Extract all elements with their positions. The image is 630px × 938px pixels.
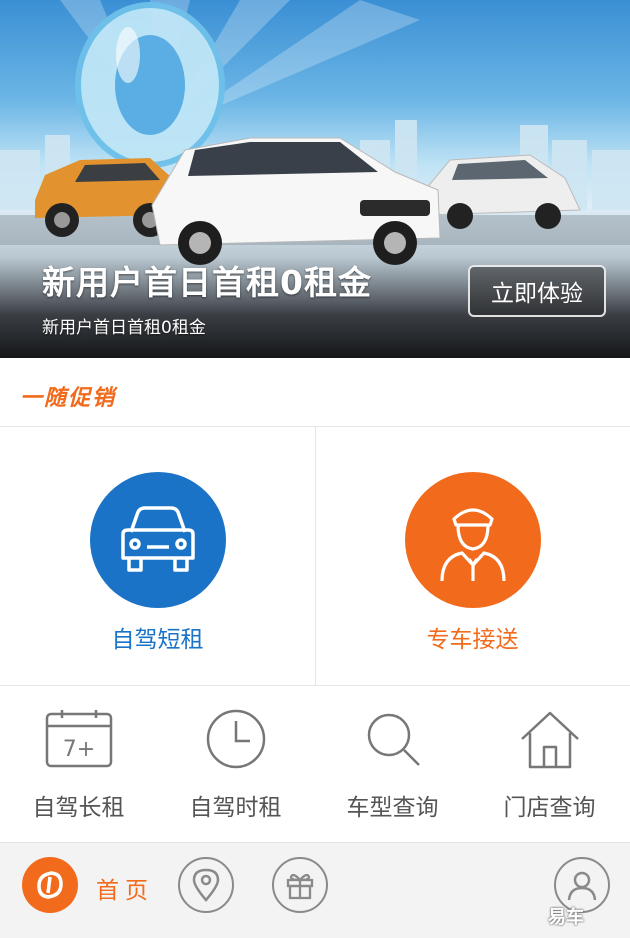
- long-term-rental-label: 自驾长租: [32, 795, 125, 821]
- home-tab-label[interactable]: 首页: [96, 871, 154, 905]
- chauffeur-icon: [405, 472, 541, 608]
- car-icon: [90, 472, 226, 608]
- home-logo-icon[interactable]: [22, 857, 78, 913]
- long-term-rental-button[interactable]: 7+ 自驾长租: [0, 686, 157, 842]
- secondary-services: 7+ 自驾长租 自驾时租 车型查询 门店查询: [0, 686, 630, 842]
- promo-section-header: 一随促销: [0, 358, 630, 426]
- main-services: 自驾短租 专车接送: [0, 426, 630, 687]
- self-drive-short-rental-tile[interactable]: 自驾短租: [0, 427, 315, 685]
- house-icon: [514, 708, 586, 770]
- store-search-button[interactable]: 门店查询: [471, 686, 628, 842]
- watermark: 易车: [548, 900, 626, 932]
- store-search-label: 门店查询: [503, 795, 596, 821]
- location-pin-icon[interactable]: [178, 857, 234, 913]
- calendar-7plus-icon: 7+: [43, 708, 115, 770]
- gift-icon[interactable]: [272, 857, 328, 913]
- self-drive-short-rental-label: 自驾短租: [111, 627, 204, 653]
- try-now-button[interactable]: 立即体验: [468, 265, 606, 317]
- chauffeur-service-tile[interactable]: 专车接送: [315, 427, 630, 685]
- clock-icon: [200, 708, 272, 770]
- banner-subtitle: 新用户首日首租0租金: [42, 318, 206, 338]
- promo-banner[interactable]: 新用户首日首租0租金 新用户首日首租0租金 立即体验: [0, 0, 630, 358]
- bottom-nav: 首页: [0, 842, 630, 938]
- hourly-rental-button[interactable]: 自驾时租: [157, 686, 314, 842]
- chauffeur-service-label: 专车接送: [426, 627, 519, 653]
- hourly-rental-label: 自驾时租: [189, 795, 282, 821]
- car-model-search-label: 车型查询: [346, 795, 439, 821]
- search-icon: [357, 708, 429, 770]
- promo-label: 一随促销: [20, 386, 117, 411]
- svg-text:7+: 7+: [63, 737, 95, 762]
- ice-zero-graphic: [75, 2, 225, 168]
- banner-title: 新用户首日首租0租金: [42, 263, 372, 302]
- watermark-text: 易车: [548, 907, 584, 928]
- car-model-search-button[interactable]: 车型查询: [314, 686, 471, 842]
